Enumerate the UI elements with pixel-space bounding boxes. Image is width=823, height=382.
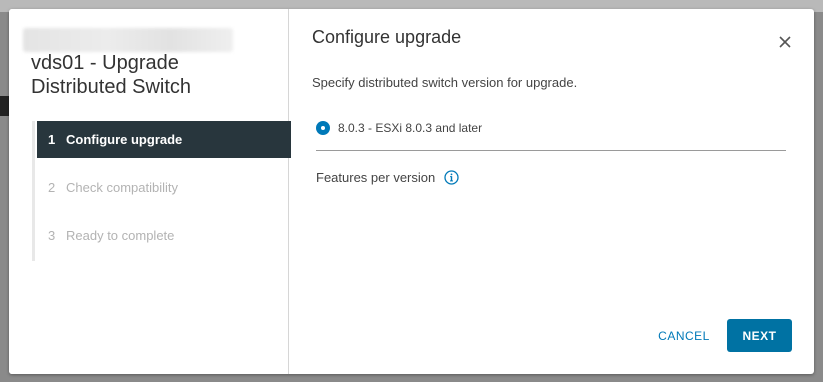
page-description: Specify distributed switch version for u… [312, 75, 578, 90]
divider [316, 150, 786, 151]
wizard-steps: 1 Configure upgrade 2 Check compatibilit… [32, 121, 291, 261]
step-configure-upgrade[interactable]: 1 Configure upgrade [37, 121, 291, 158]
version-option[interactable]: 8.0.3 - ESXi 8.0.3 and later [316, 121, 482, 135]
version-radio[interactable] [316, 121, 330, 135]
wizard-content: Configure upgrade Specify distributed sw… [289, 9, 814, 374]
step-number: 3 [48, 228, 56, 243]
upgrade-wizard-dialog: vds01 - Upgrade Distributed Switch 1 Con… [9, 9, 814, 374]
wizard-title: vds01 - Upgrade Distributed Switch [31, 52, 192, 98]
step-label: Ready to complete [66, 228, 175, 243]
close-icon[interactable] [776, 33, 794, 51]
step-label: Configure upgrade [66, 132, 183, 147]
features-label: Features per version [316, 170, 436, 185]
info-icon[interactable] [444, 170, 459, 185]
page-title: Configure upgrade [312, 27, 462, 47]
wizard-sidebar: vds01 - Upgrade Distributed Switch 1 Con… [9, 9, 291, 374]
next-button[interactable]: NEXT [727, 319, 792, 352]
step-label: Check compatibility [66, 180, 178, 195]
step-number: 2 [48, 180, 56, 195]
version-option-label: 8.0.3 - ESXi 8.0.3 and later [338, 121, 483, 135]
redacted-object-name [23, 28, 233, 52]
step-number: 1 [48, 132, 56, 147]
step-ready-to-complete[interactable]: 3 Ready to complete [35, 217, 291, 254]
step-check-compatibility[interactable]: 2 Check compatibility [35, 169, 291, 206]
cancel-button[interactable]: CANCEL [644, 320, 724, 352]
features-per-version: Features per version [316, 170, 459, 185]
